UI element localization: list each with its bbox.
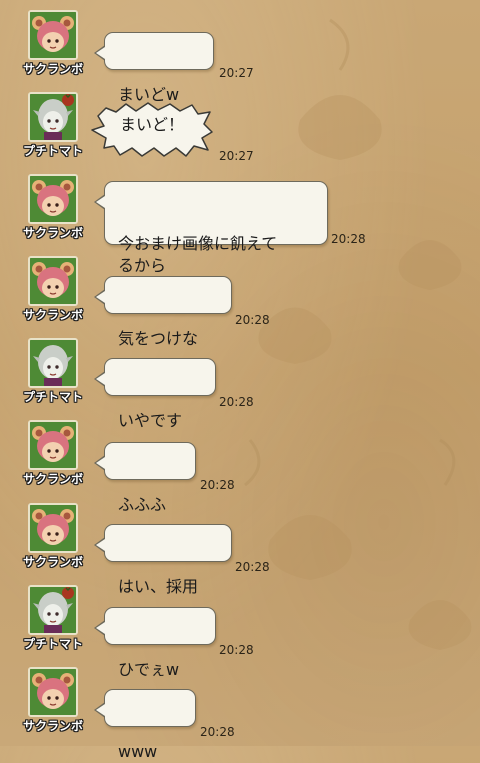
puchitomato-avatar[interactable] — [28, 92, 78, 142]
shout-bubble: まいど！ — [91, 102, 213, 157]
message-time: 20:28 — [235, 313, 270, 327]
sender-name: サクランボ — [22, 472, 83, 486]
sakuranbo-avatar[interactable] — [28, 667, 78, 717]
message-time: 20:28 — [219, 395, 254, 409]
puchitomato-avatar[interactable] — [28, 338, 78, 388]
chat-log: サクランボ まいどw 20:27 プチトマト まいど！ 20:27 サクランボ … — [0, 0, 480, 761]
sakuranbo-avatar[interactable] — [28, 503, 78, 553]
message-time: 20:28 — [235, 560, 270, 574]
sender-name: サクランボ — [22, 62, 83, 76]
message-bubble: まいどw — [94, 32, 214, 104]
message-time: 20:27 — [219, 149, 254, 163]
message-bubble: ひでぇw — [94, 607, 216, 679]
message-bubble: いやです — [94, 358, 216, 430]
message-text: 今おまけ画像に飢えて るから — [118, 234, 278, 275]
message-text: ふふふ — [118, 495, 167, 514]
message-bubble: ふふふ — [94, 442, 196, 514]
message-text: www — [118, 742, 158, 761]
puchitomato-avatar[interactable] — [28, 585, 78, 635]
sender-name: プチトマト — [22, 144, 83, 158]
message-bubble: www — [94, 689, 196, 761]
sender-name: サクランボ — [22, 555, 83, 569]
message-text: 気をつけな — [118, 329, 199, 348]
sender-name: プチトマト — [22, 637, 83, 651]
message-bubble: 気をつけな — [94, 276, 232, 348]
sender-name: プチトマト — [22, 390, 83, 404]
sender-name: サクランボ — [22, 719, 83, 733]
message-time: 20:28 — [200, 725, 235, 739]
sender-name: サクランボ — [22, 226, 83, 240]
message-bubble: 今おまけ画像に飢えて るから — [94, 181, 328, 275]
message-text: いやです — [118, 411, 183, 430]
message-time: 20:28 — [219, 643, 254, 657]
sakuranbo-avatar[interactable] — [28, 174, 78, 224]
message-text: ひでぇw — [118, 660, 180, 679]
message-time: 20:28 — [331, 232, 366, 246]
message-time: 20:28 — [200, 478, 235, 492]
message-text: はい、採用 — [118, 577, 199, 596]
sakuranbo-avatar[interactable] — [28, 10, 78, 60]
message-time: 20:27 — [219, 66, 254, 80]
message-bubble: はい、採用 — [94, 524, 232, 596]
sakuranbo-avatar[interactable] — [28, 256, 78, 306]
sakuranbo-avatar[interactable] — [28, 420, 78, 470]
message-text: まいど！ — [120, 115, 185, 134]
sender-name: サクランボ — [22, 308, 83, 322]
